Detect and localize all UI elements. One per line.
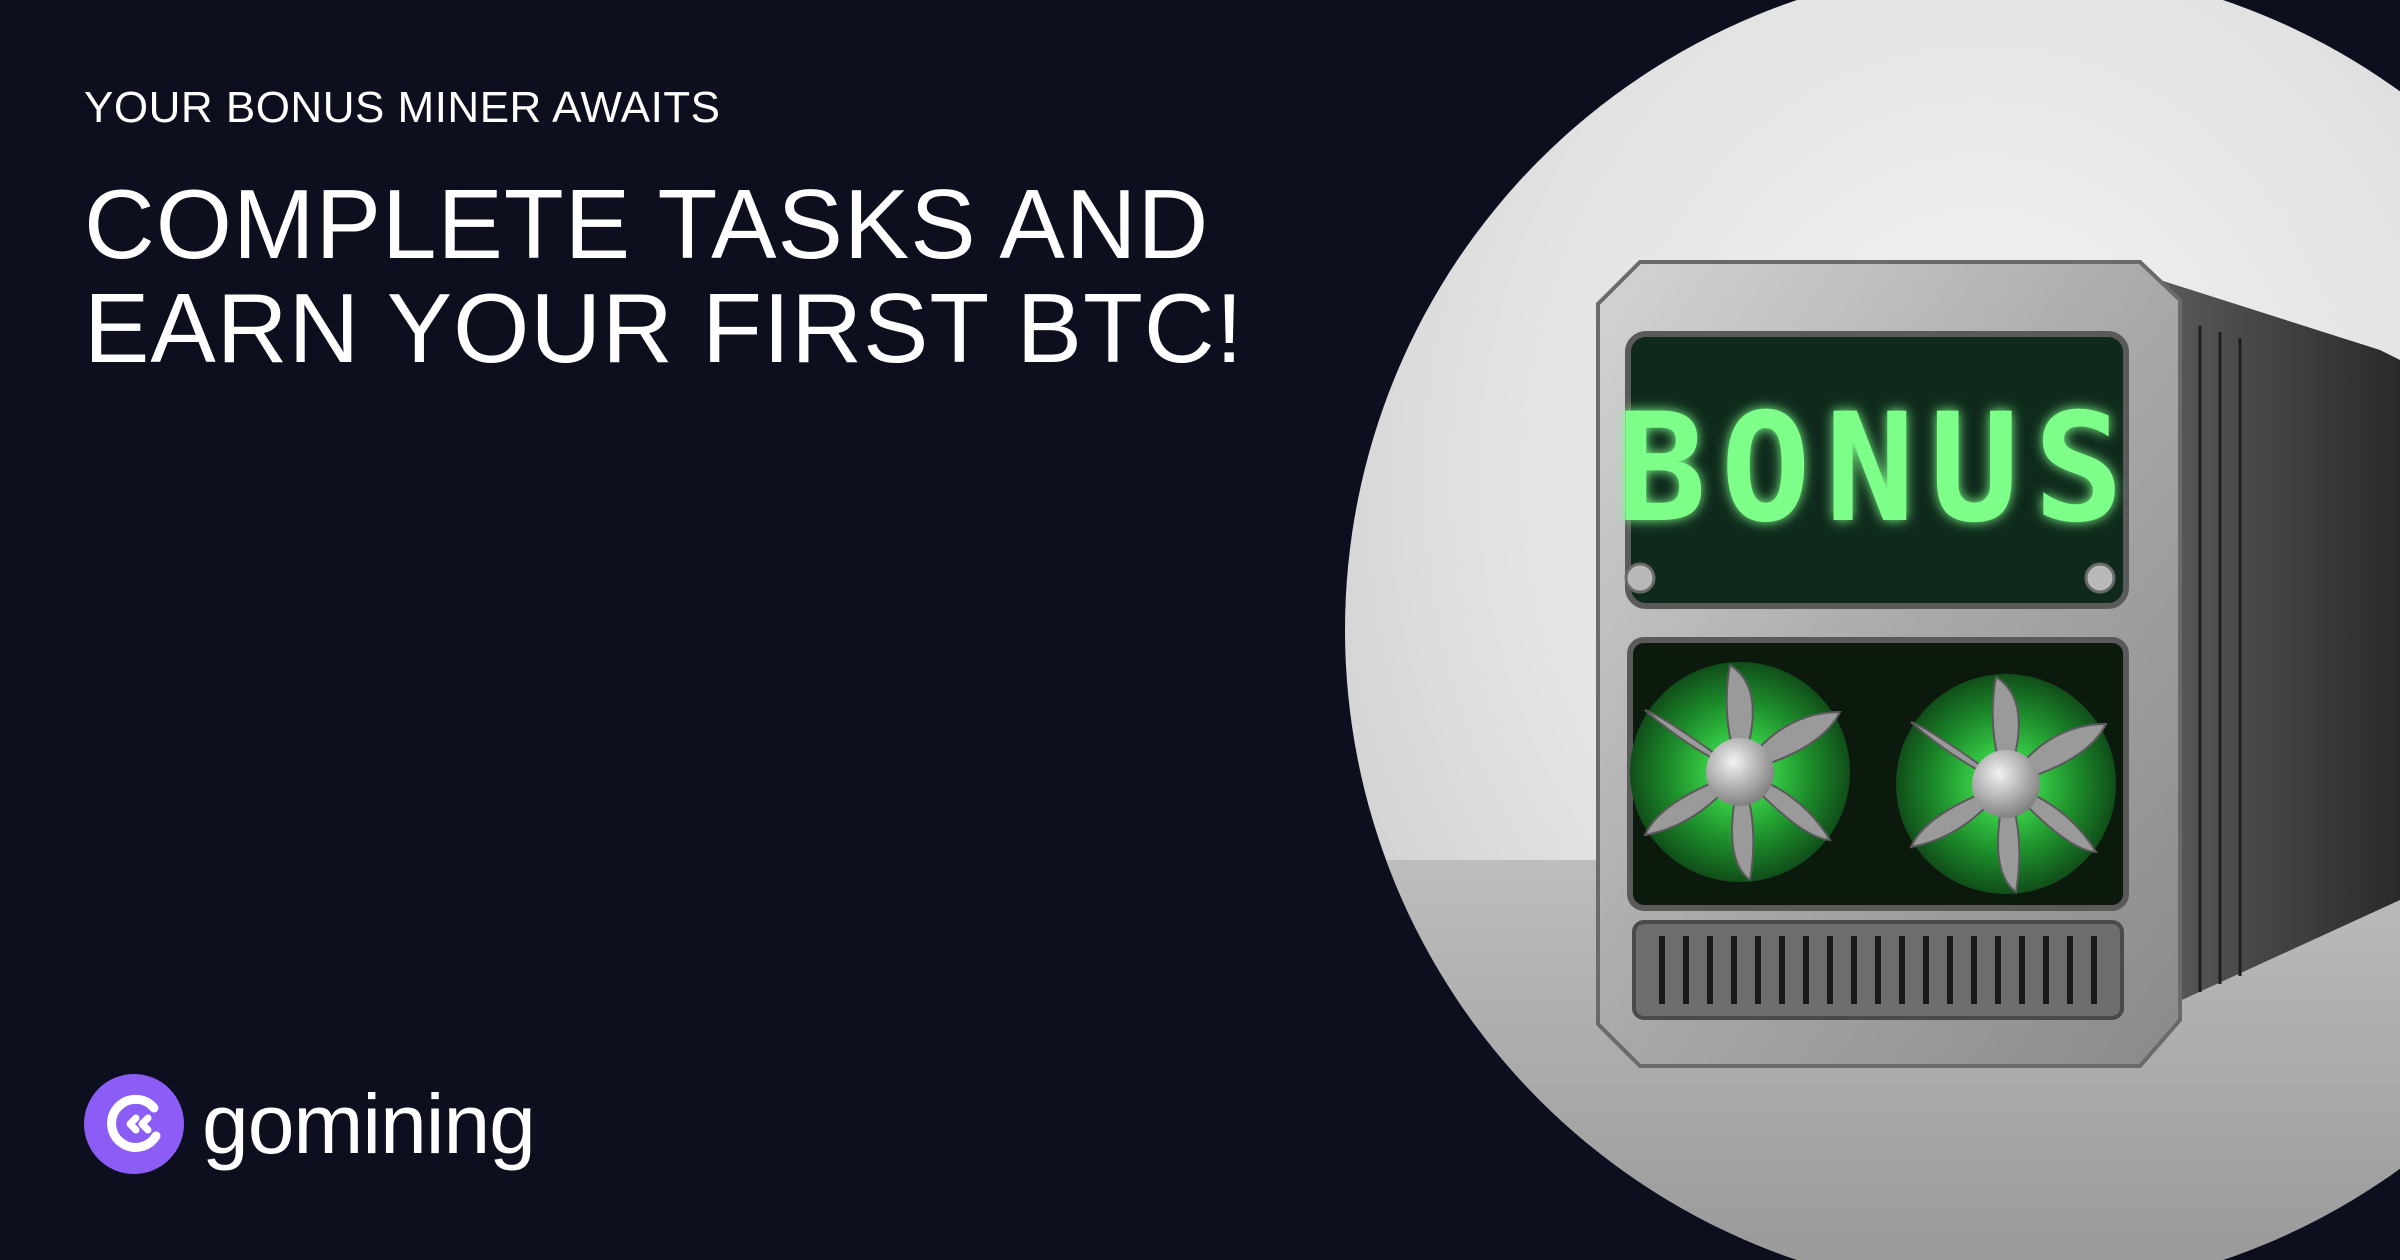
headline-line-2: EARN YOUR FIRST BTC! <box>84 273 1244 383</box>
fan-icon <box>1630 662 1850 882</box>
brand-logo: gomining <box>84 1074 536 1174</box>
headline: COMPLETE TASKS AND EARN YOUR FIRST BTC! <box>84 172 1244 380</box>
fan-icon <box>1896 674 2116 894</box>
headline-line-1: COMPLETE TASKS AND <box>84 169 1210 279</box>
promo-banner: BONUS YOUR BONUS MINER AWAITS COMPLETE T… <box>0 0 2400 1260</box>
eyebrow-text: YOUR BONUS MINER AWAITS <box>84 83 721 132</box>
screen-label: BONUS <box>1616 382 2138 556</box>
brand-name: gomining <box>202 1077 536 1171</box>
gomining-logo-icon <box>84 1074 184 1174</box>
